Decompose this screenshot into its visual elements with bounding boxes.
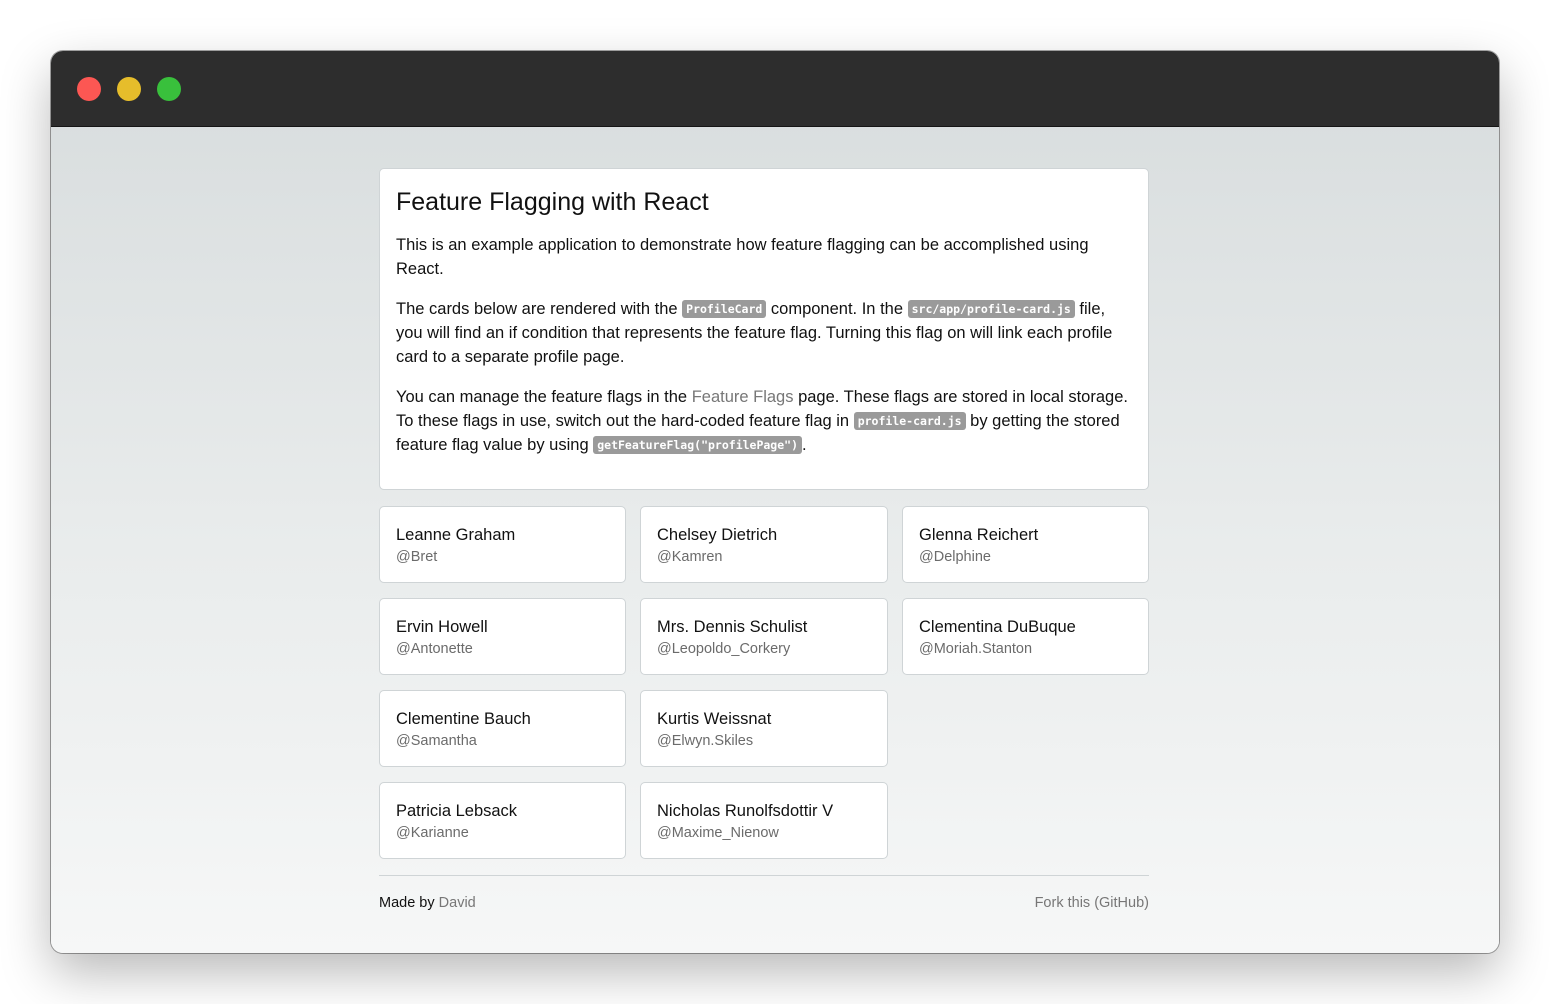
intro-paragraph-3: You can manage the feature flags in the …	[396, 388, 1128, 454]
profile-handle: @Moriah.Stanton	[919, 641, 1033, 657]
maximize-window-button[interactable]	[157, 77, 181, 101]
profile-name: Nicholas Runolfsdottir V	[657, 802, 834, 820]
grid-spacer	[902, 690, 1149, 767]
profile-card[interactable]: Glenna Reichert @Delphine	[902, 506, 1149, 583]
profile-handle: @Kamren	[657, 549, 723, 565]
profile-name: Kurtis Weissnat	[657, 710, 772, 728]
profile-name: Mrs. Dennis Schulist	[657, 618, 808, 636]
browser-window: Feature Flagging with React This is an e…	[51, 51, 1499, 953]
fork-github-link[interactable]: Fork this (GitHub)	[1035, 893, 1149, 913]
profile-card[interactable]: Kurtis Weissnat @Elwyn.Skiles	[640, 690, 888, 767]
intro-paragraph-1: This is an example application to demons…	[396, 236, 1089, 278]
profile-card[interactable]: Patricia Lebsack @Karianne	[379, 782, 626, 859]
profile-handle: @Bret	[396, 549, 438, 565]
profile-card[interactable]: Mrs. Dennis Schulist @Leopoldo_Corkery	[640, 598, 888, 675]
code-profile-card-file: profile-card.js	[853, 412, 966, 430]
page-title: Feature Flagging with React	[396, 188, 709, 216]
profile-card[interactable]: Chelsey Dietrich @Kamren	[640, 506, 888, 583]
profile-handle: @Elwyn.Skiles	[657, 733, 754, 749]
minimize-window-button[interactable]	[117, 77, 141, 101]
profile-handle: @Antonette	[396, 641, 473, 657]
profile-card[interactable]: Leanne Graham @Bret	[379, 506, 626, 583]
profile-card[interactable]: Ervin Howell @Antonette	[379, 598, 626, 675]
profile-handle: @Samantha	[396, 733, 477, 749]
profile-handle: @Maxime_Nienow	[657, 825, 779, 841]
footer: Made by David Fork this (GitHub)	[379, 875, 1149, 913]
profile-card[interactable]: Clementine Bauch @Samantha	[379, 690, 626, 767]
code-get-feature-flag: getFeatureFlag("profilePage")	[593, 436, 803, 454]
profile-name: Chelsey Dietrich	[657, 526, 778, 544]
profile-handle: @Leopoldo_Corkery	[657, 641, 791, 657]
intro-card: Feature Flagging with React This is an e…	[379, 168, 1149, 490]
profile-name: Patricia Lebsack	[396, 802, 518, 820]
profile-name: Leanne Graham	[396, 526, 516, 544]
profile-handle: @Karianne	[396, 825, 469, 841]
profile-card[interactable]: Nicholas Runolfsdottir V @Maxime_Nienow	[640, 782, 888, 859]
profile-name: Clementina DuBuque	[919, 618, 1076, 636]
profile-name: Clementine Bauch	[396, 710, 531, 728]
author-link[interactable]: David	[439, 895, 476, 911]
profile-card[interactable]: Clementina DuBuque @Moriah.Stanton	[902, 598, 1149, 675]
title-bar	[51, 51, 1499, 127]
profile-grid: Leanne Graham @Bret Chelsey Dietrich @Ka…	[379, 506, 1149, 859]
feature-flags-link[interactable]: Feature Flags	[692, 388, 794, 406]
profile-handle: @Delphine	[919, 549, 991, 565]
profile-name: Ervin Howell	[396, 618, 488, 636]
intro-paragraph-2: The cards below are rendered with the Pr…	[396, 300, 1113, 366]
code-profile-card-path: src/app/profile-card.js	[907, 300, 1075, 318]
close-window-button[interactable]	[77, 77, 101, 101]
code-profilecard: ProfileCard	[682, 300, 767, 318]
main-content: Feature Flagging with React This is an e…	[379, 168, 1149, 913]
footer-credit: Made by David	[379, 895, 476, 911]
profile-name: Glenna Reichert	[919, 526, 1039, 544]
